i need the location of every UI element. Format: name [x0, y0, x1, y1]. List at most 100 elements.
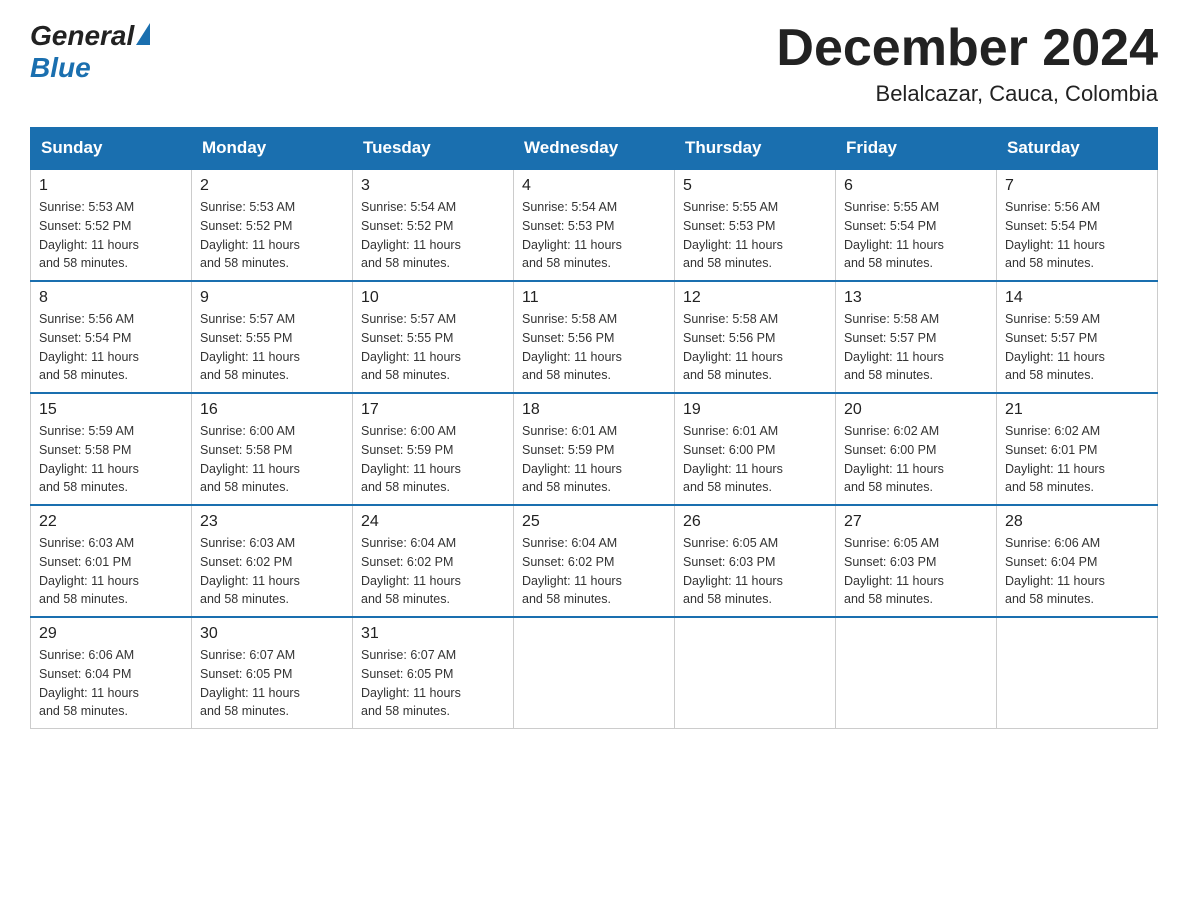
day-info: Sunrise: 5:56 AMSunset: 5:54 PMDaylight:…: [1005, 198, 1149, 273]
day-info: Sunrise: 5:59 AMSunset: 5:57 PMDaylight:…: [1005, 310, 1149, 385]
day-number: 15: [39, 401, 183, 419]
day-info: Sunrise: 5:54 AMSunset: 5:53 PMDaylight:…: [522, 198, 666, 273]
calendar-cell: 22Sunrise: 6:03 AMSunset: 6:01 PMDayligh…: [31, 505, 192, 617]
day-info: Sunrise: 6:07 AMSunset: 6:05 PMDaylight:…: [200, 646, 344, 721]
day-info: Sunrise: 6:02 AMSunset: 6:01 PMDaylight:…: [1005, 422, 1149, 497]
calendar-cell: 30 Sunrise: 6:07 AMSunset: 6:05 PMDayligh…: [192, 617, 353, 729]
logo-general-text: General: [30, 20, 134, 52]
day-number: 17: [361, 401, 505, 419]
calendar-week-row: 22Sunrise: 6:03 AMSunset: 6:01 PMDayligh…: [31, 505, 1158, 617]
calendar-cell: 2 Sunrise: 5:53 AMSunset: 5:52 PMDaylight…: [192, 169, 353, 281]
day-number: 2: [200, 177, 344, 195]
calendar-week-row: 15 Sunrise: 5:59 AMSunset: 5:58 PMDayligh…: [31, 393, 1158, 505]
day-info: Sunrise: 5:54 AMSunset: 5:52 PMDaylight:…: [361, 198, 505, 273]
calendar-cell: 8 Sunrise: 5:56 AMSunset: 5:54 PMDaylight…: [31, 281, 192, 393]
calendar-week-row: 29Sunrise: 6:06 AMSunset: 6:04 PMDayligh…: [31, 617, 1158, 729]
calendar-week-row: 8 Sunrise: 5:56 AMSunset: 5:54 PMDaylight…: [31, 281, 1158, 393]
day-number: 4: [522, 177, 666, 195]
day-number: 1: [39, 177, 183, 195]
day-number: 25: [522, 513, 666, 531]
day-info: Sunrise: 5:58 AMSunset: 5:56 PMDaylight:…: [522, 310, 666, 385]
day-number: 6: [844, 177, 988, 195]
day-info: Sunrise: 6:05 AMSunset: 6:03 PMDaylight:…: [683, 534, 827, 609]
calendar-cell: 10 Sunrise: 5:57 AMSunset: 5:55 PMDayligh…: [353, 281, 514, 393]
day-of-week-header: Sunday: [31, 128, 192, 170]
month-year-title: December 2024: [776, 20, 1158, 77]
day-info: Sunrise: 6:06 AMSunset: 6:04 PMDaylight:…: [1005, 534, 1149, 609]
day-info: Sunrise: 6:00 AMSunset: 5:59 PMDaylight:…: [361, 422, 505, 497]
day-of-week-header: Tuesday: [353, 128, 514, 170]
day-info: Sunrise: 5:53 AMSunset: 5:52 PMDaylight:…: [39, 198, 183, 273]
day-info: Sunrise: 5:57 AMSunset: 5:55 PMDaylight:…: [361, 310, 505, 385]
day-info: Sunrise: 5:55 AMSunset: 5:53 PMDaylight:…: [683, 198, 827, 273]
day-number: 26: [683, 513, 827, 531]
calendar-header-row: SundayMondayTuesdayWednesdayThursdayFrid…: [31, 128, 1158, 170]
calendar-cell: 7 Sunrise: 5:56 AMSunset: 5:54 PMDaylight…: [997, 169, 1158, 281]
calendar-cell: 12 Sunrise: 5:58 AMSunset: 5:56 PMDayligh…: [675, 281, 836, 393]
calendar-cell: 31Sunrise: 6:07 AMSunset: 6:05 PMDayligh…: [353, 617, 514, 729]
day-number: 30: [200, 625, 344, 643]
logo: General Blue: [30, 20, 150, 84]
day-number: 3: [361, 177, 505, 195]
day-info: Sunrise: 5:58 AMSunset: 5:56 PMDaylight:…: [683, 310, 827, 385]
location-subtitle: Belalcazar, Cauca, Colombia: [776, 81, 1158, 107]
day-of-week-header: Saturday: [997, 128, 1158, 170]
day-info: Sunrise: 5:58 AMSunset: 5:57 PMDaylight:…: [844, 310, 988, 385]
calendar-cell: 21 Sunrise: 6:02 AMSunset: 6:01 PMDayligh…: [997, 393, 1158, 505]
day-number: 5: [683, 177, 827, 195]
calendar-cell: 20Sunrise: 6:02 AMSunset: 6:00 PMDayligh…: [836, 393, 997, 505]
calendar-cell: 25 Sunrise: 6:04 AMSunset: 6:02 PMDayligh…: [514, 505, 675, 617]
day-number: 8: [39, 289, 183, 307]
calendar-cell: 18 Sunrise: 6:01 AMSunset: 5:59 PMDayligh…: [514, 393, 675, 505]
day-number: 10: [361, 289, 505, 307]
day-info: Sunrise: 5:57 AMSunset: 5:55 PMDaylight:…: [200, 310, 344, 385]
day-info: Sunrise: 5:59 AMSunset: 5:58 PMDaylight:…: [39, 422, 183, 497]
day-info: Sunrise: 6:02 AMSunset: 6:00 PMDaylight:…: [844, 422, 988, 497]
calendar-cell: 28Sunrise: 6:06 AMSunset: 6:04 PMDayligh…: [997, 505, 1158, 617]
calendar-cell: 29Sunrise: 6:06 AMSunset: 6:04 PMDayligh…: [31, 617, 192, 729]
day-number: 24: [361, 513, 505, 531]
day-number: 19: [683, 401, 827, 419]
calendar-cell: [675, 617, 836, 729]
day-info: Sunrise: 6:01 AMSunset: 6:00 PMDaylight:…: [683, 422, 827, 497]
calendar-cell: 27Sunrise: 6:05 AMSunset: 6:03 PMDayligh…: [836, 505, 997, 617]
day-info: Sunrise: 6:06 AMSunset: 6:04 PMDaylight:…: [39, 646, 183, 721]
day-info: Sunrise: 6:05 AMSunset: 6:03 PMDaylight:…: [844, 534, 988, 609]
day-info: Sunrise: 5:56 AMSunset: 5:54 PMDaylight:…: [39, 310, 183, 385]
calendar-cell: 5 Sunrise: 5:55 AMSunset: 5:53 PMDaylight…: [675, 169, 836, 281]
day-of-week-header: Friday: [836, 128, 997, 170]
day-number: 16: [200, 401, 344, 419]
day-info: Sunrise: 6:00 AMSunset: 5:58 PMDaylight:…: [200, 422, 344, 497]
day-number: 12: [683, 289, 827, 307]
calendar-cell: 11 Sunrise: 5:58 AMSunset: 5:56 PMDayligh…: [514, 281, 675, 393]
day-number: 18: [522, 401, 666, 419]
calendar-cell: 26 Sunrise: 6:05 AMSunset: 6:03 PMDayligh…: [675, 505, 836, 617]
day-info: Sunrise: 5:53 AMSunset: 5:52 PMDaylight:…: [200, 198, 344, 273]
calendar-cell: 19 Sunrise: 6:01 AMSunset: 6:00 PMDayligh…: [675, 393, 836, 505]
calendar-cell: [514, 617, 675, 729]
day-info: Sunrise: 6:04 AMSunset: 6:02 PMDaylight:…: [522, 534, 666, 609]
calendar-cell: 1 Sunrise: 5:53 AMSunset: 5:52 PMDaylight…: [31, 169, 192, 281]
day-number: 21: [1005, 401, 1149, 419]
day-of-week-header: Monday: [192, 128, 353, 170]
calendar-cell: 14Sunrise: 5:59 AMSunset: 5:57 PMDayligh…: [997, 281, 1158, 393]
day-info: Sunrise: 5:55 AMSunset: 5:54 PMDaylight:…: [844, 198, 988, 273]
calendar-cell: 23Sunrise: 6:03 AMSunset: 6:02 PMDayligh…: [192, 505, 353, 617]
calendar-cell: 9 Sunrise: 5:57 AMSunset: 5:55 PMDaylight…: [192, 281, 353, 393]
day-info: Sunrise: 6:04 AMSunset: 6:02 PMDaylight:…: [361, 534, 505, 609]
day-info: Sunrise: 6:03 AMSunset: 6:01 PMDaylight:…: [39, 534, 183, 609]
calendar-cell: 6 Sunrise: 5:55 AMSunset: 5:54 PMDaylight…: [836, 169, 997, 281]
day-of-week-header: Wednesday: [514, 128, 675, 170]
calendar-cell: [997, 617, 1158, 729]
day-number: 31: [361, 625, 505, 643]
calendar-cell: 16 Sunrise: 6:00 AMSunset: 5:58 PMDayligh…: [192, 393, 353, 505]
day-info: Sunrise: 6:03 AMSunset: 6:02 PMDaylight:…: [200, 534, 344, 609]
calendar-cell: [836, 617, 997, 729]
calendar-cell: 3 Sunrise: 5:54 AMSunset: 5:52 PMDaylight…: [353, 169, 514, 281]
day-number: 11: [522, 289, 666, 307]
day-number: 7: [1005, 177, 1149, 195]
calendar-cell: 15 Sunrise: 5:59 AMSunset: 5:58 PMDayligh…: [31, 393, 192, 505]
day-number: 9: [200, 289, 344, 307]
day-info: Sunrise: 6:01 AMSunset: 5:59 PMDaylight:…: [522, 422, 666, 497]
day-of-week-header: Thursday: [675, 128, 836, 170]
